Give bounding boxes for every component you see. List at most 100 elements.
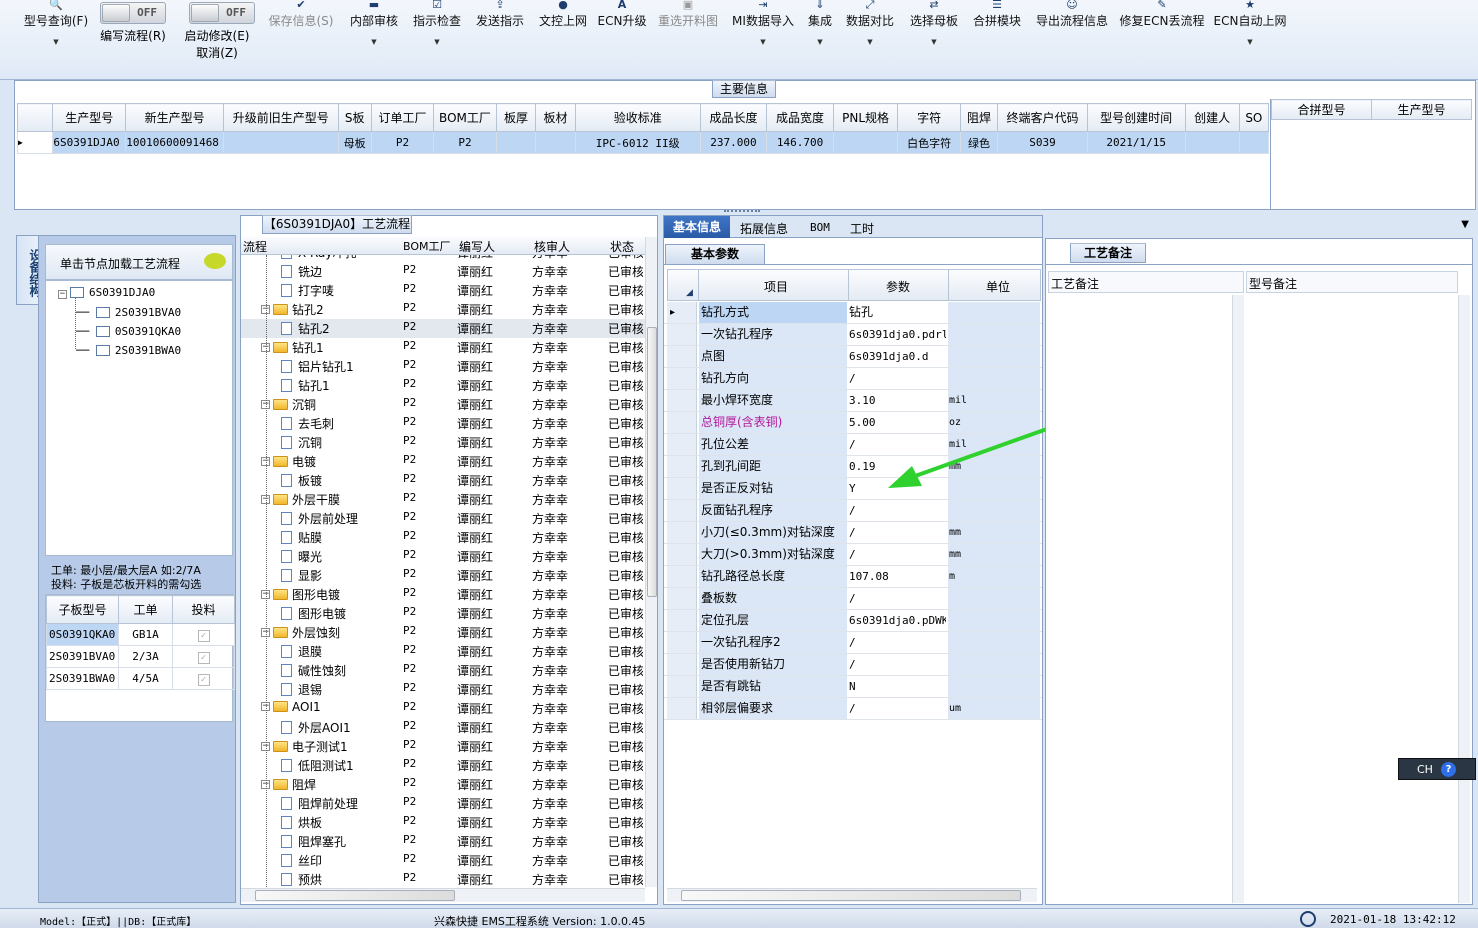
- table-cell[interactable]: 146.700: [766, 131, 834, 154]
- table-cell[interactable]: 6S0391DJA0: [52, 131, 127, 154]
- param-row[interactable]: 反面钻孔程序 /: [664, 500, 1042, 522]
- param-param-cell[interactable]: 3.10: [848, 390, 946, 411]
- param-param-cell[interactable]: 6s0391dja0.d: [848, 346, 946, 367]
- col-header[interactable]: 生产型号: [52, 103, 127, 132]
- flow-step-row[interactable]: 预烘 P2 谭丽红 方幸幸 已审核: [241, 870, 645, 887]
- tree-child-node[interactable]: ── 0S0391QKA0: [76, 325, 181, 338]
- tab-basic-info[interactable]: 基本信息: [664, 216, 730, 238]
- table-cell[interactable]: [1184, 131, 1240, 154]
- tab-bom[interactable]: BOM: [810, 221, 830, 234]
- help-icon[interactable]: ?: [1441, 762, 1456, 777]
- table-cell[interactable]: 绿色: [959, 131, 999, 154]
- flow-step-row[interactable]: 碱性蚀刻 P2 谭丽红 方幸幸 已审核: [241, 661, 645, 680]
- feed-checkbox[interactable]: ✓: [172, 645, 235, 668]
- flow-group-row[interactable]: − 电镀 P2 谭丽红 方幸幸 已审核: [241, 452, 645, 471]
- tab-extended-info[interactable]: 拓展信息: [740, 220, 788, 237]
- flow-group-row[interactable]: − 电子测试1 P2 谭丽红 方幸幸 已审核: [241, 737, 645, 756]
- feed-checkbox[interactable]: ✓: [172, 667, 235, 690]
- param-row[interactable]: 钻孔路径总长度 107.08 m: [664, 566, 1042, 588]
- flow-group-row[interactable]: − 沉铜 P2 谭丽红 方幸幸 已审核: [241, 395, 645, 414]
- table-cell[interactable]: P2: [370, 131, 435, 154]
- flow-step-row[interactable]: 显影 P2 谭丽红 方幸幸 已审核: [241, 566, 645, 585]
- feed-checkbox[interactable]: ✓: [172, 623, 235, 646]
- flow-group-row[interactable]: − 图形电镀 P2 谭丽红 方幸幸 已审核: [241, 585, 645, 604]
- flow-step-row[interactable]: 去毛刺 P2 谭丽红 方幸幸 已审核: [241, 414, 645, 433]
- param-param-cell[interactable]: /: [848, 500, 946, 521]
- save-info-button[interactable]: ✔ 保存信息(S): [264, 0, 338, 80]
- remark-scrollbar[interactable]: [1232, 295, 1244, 903]
- flow-group-row[interactable]: − 钻孔1 P2 谭丽红 方幸幸 已审核: [241, 338, 645, 357]
- flow-hscrollbar[interactable]: [241, 888, 645, 902]
- ecn-auto-online-button[interactable]: ★ ECN自动上网 ▼: [1212, 0, 1288, 80]
- param-row[interactable]: 大刀(>0.3mm)对钻深度 / mm: [664, 544, 1042, 566]
- flow-step-row[interactable]: 钻孔1 P2 谭丽红 方幸幸 已审核: [241, 376, 645, 395]
- flow-step-row[interactable]: 阻焊前处理 P2 谭丽红 方幸幸 已审核: [241, 794, 645, 813]
- table-cell[interactable]: 白色字符: [897, 131, 961, 154]
- flow-group-row[interactable]: − 外层干膜 P2 谭丽红 方幸幸 已审核: [241, 490, 645, 509]
- param-param-cell[interactable]: 6s0391dja0.pDWK: [848, 610, 946, 631]
- flow-group-row[interactable]: − AOI1 P2 谭丽红 方幸幸 已审核: [241, 699, 645, 718]
- basic-params-tab[interactable]: 基本参数: [665, 244, 765, 264]
- table-cell[interactable]: IPC-6012 II级: [574, 131, 701, 154]
- flow-step-row[interactable]: 贴膜 P2 谭丽红 方幸幸 已审核: [241, 528, 645, 547]
- param-row[interactable]: 是否有跳钻 N: [664, 676, 1042, 698]
- flow-step-row[interactable]: 钻孔2 P2 谭丽红 方幸幸 已审核: [241, 319, 645, 338]
- mi-data-import-button[interactable]: ⇥ MI数据导入 ▼: [728, 0, 798, 80]
- param-param-cell[interactable]: /: [848, 654, 946, 675]
- tree-child-node[interactable]: ── 2S0391BWA0: [76, 344, 181, 357]
- param-row[interactable]: 一次钻孔程序 6s0391dja0.pdrl: [664, 324, 1042, 346]
- col-header[interactable]: 成品长度: [699, 103, 768, 132]
- flow-step-row[interactable]: 沉铜 P2 谭丽红 方幸幸 已审核: [241, 433, 645, 452]
- param-row[interactable]: 是否使用新钻刀 /: [664, 654, 1042, 676]
- table-cell[interactable]: 10010600091468: [125, 131, 225, 154]
- col-header[interactable]: SO: [1238, 103, 1270, 132]
- col-header[interactable]: 创建人: [1184, 103, 1240, 132]
- param-row[interactable]: 小刀(≤0.3mm)对钻深度 / mm: [664, 522, 1042, 544]
- ime-indicator[interactable]: CH ?: [1398, 758, 1476, 780]
- table-cell[interactable]: 母板: [337, 131, 372, 154]
- param-param-cell[interactable]: /: [848, 544, 946, 565]
- param-row[interactable]: 叠板数 /: [664, 588, 1042, 610]
- param-param-cell[interactable]: 钻孔: [848, 302, 946, 323]
- param-row[interactable]: 最小焊环宽度 3.10 mil: [664, 390, 1042, 412]
- col-header[interactable]: 验收标准: [574, 103, 701, 132]
- cancel-button[interactable]: 取消(Z): [180, 46, 254, 61]
- splitter-handle[interactable]: [724, 210, 760, 214]
- model-remark-scrollbar[interactable]: [1458, 295, 1470, 903]
- col-header[interactable]: PNL规格: [832, 103, 899, 132]
- col-header[interactable]: 升级前旧生产型号: [223, 103, 339, 132]
- param-param-cell[interactable]: 107.08: [848, 566, 946, 587]
- flow-step-row[interactable]: 铣边 P2 谭丽红 方幸幸 已审核: [241, 262, 645, 281]
- col-header[interactable]: S板: [337, 103, 372, 132]
- param-row[interactable]: 定位孔层 6s0391dja0.pDWK: [664, 610, 1042, 632]
- flow-step-row[interactable]: 板镀 P2 谭丽红 方幸幸 已审核: [241, 471, 645, 490]
- load-flow-header[interactable]: 单击节点加载工艺流程: [45, 244, 233, 280]
- process-flow-tab[interactable]: 【6S0391DJA0】工艺流程: [262, 215, 412, 234]
- table-cell[interactable]: [223, 131, 339, 154]
- data-compare-button[interactable]: ⤢ 数据对比 ▼: [842, 0, 898, 80]
- flow-step-row[interactable]: 铝片钻孔1 P2 谭丽红 方幸幸 已审核: [241, 357, 645, 376]
- merge-col-header[interactable]: 合拼型号: [1271, 99, 1372, 120]
- repair-ecn-flow-button[interactable]: ✎ 修复ECN丢流程: [1118, 0, 1206, 80]
- col-header[interactable]: 终端客户代码: [997, 103, 1088, 132]
- flow-step-row[interactable]: 外层前处理 P2 谭丽红 方幸幸 已审核: [241, 509, 645, 528]
- param-row[interactable]: ▸ 钻孔方式 钻孔: [664, 302, 1042, 324]
- param-param-cell[interactable]: 6s0391dja0.pdrl: [848, 324, 946, 345]
- col-header[interactable]: 板厚: [495, 103, 537, 132]
- internal-review-button[interactable]: ▬ 内部审核 ▼: [346, 0, 402, 80]
- merge-module-button[interactable]: ☰ 合拼模块: [968, 0, 1026, 80]
- flow-step-row[interactable]: X-Ray冲孔 P2 谭丽红 方幸幸 已审核: [241, 255, 645, 262]
- ecn-upgrade-button[interactable]: A ECN升级: [596, 0, 648, 80]
- export-flow-button[interactable]: ☺ 导出流程信息: [1030, 0, 1114, 80]
- instruction-check-button[interactable]: ☑ 指示检查 ▼: [409, 0, 465, 80]
- table-cell[interactable]: S039: [997, 131, 1088, 154]
- flow-group-row[interactable]: − 外层蚀刻 P2 谭丽红 方幸幸 已审核: [241, 623, 645, 642]
- integrate-button[interactable]: ⇓ 集成 ▼: [802, 0, 838, 80]
- table-cell[interactable]: [1238, 131, 1270, 154]
- flow-step-row[interactable]: 退锡 P2 谭丽红 方幸幸 已审核: [241, 680, 645, 699]
- col-header[interactable]: 阻焊: [959, 103, 999, 132]
- table-cell[interactable]: P2: [433, 131, 497, 154]
- flow-step-row[interactable]: 丝印 P2 谭丽红 方幸幸 已审核: [241, 851, 645, 870]
- param-param-cell[interactable]: /: [848, 632, 946, 653]
- table-row[interactable]: 2S0391BWA0 4/5A ✓: [46, 667, 235, 690]
